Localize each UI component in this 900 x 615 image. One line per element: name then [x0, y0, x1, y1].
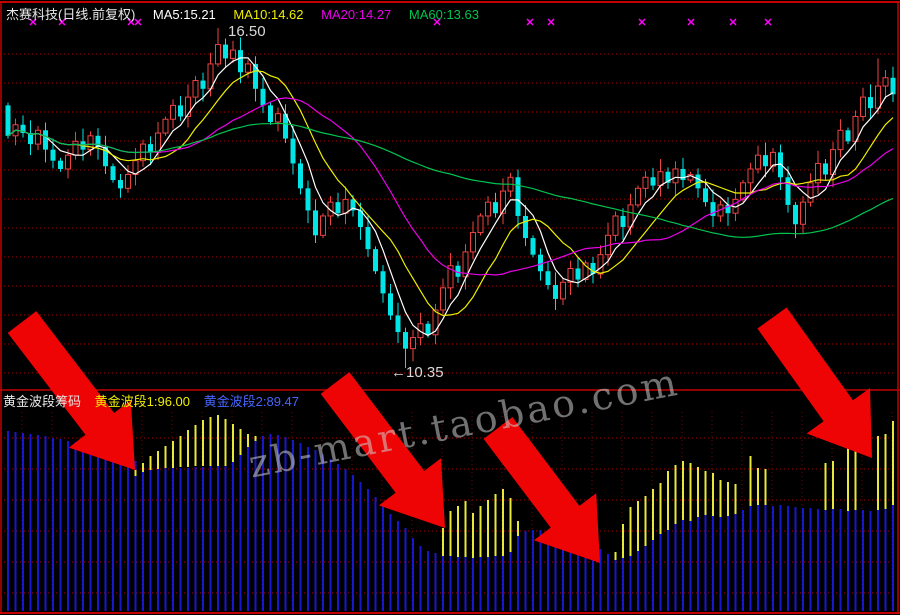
stock-chart-app: 杰赛科技(日线.前复权) MA5:15.21 MA10:14.62 MA20:1…: [0, 0, 900, 615]
ma-line-20: [7, 97, 894, 276]
low-annotation: ←10.35: [391, 364, 444, 381]
sell-marks-group: [29, 18, 772, 26]
chart-canvas: [0, 1, 900, 614]
high-annotation: 16.50: [228, 23, 266, 40]
candles-group: [5, 28, 896, 368]
